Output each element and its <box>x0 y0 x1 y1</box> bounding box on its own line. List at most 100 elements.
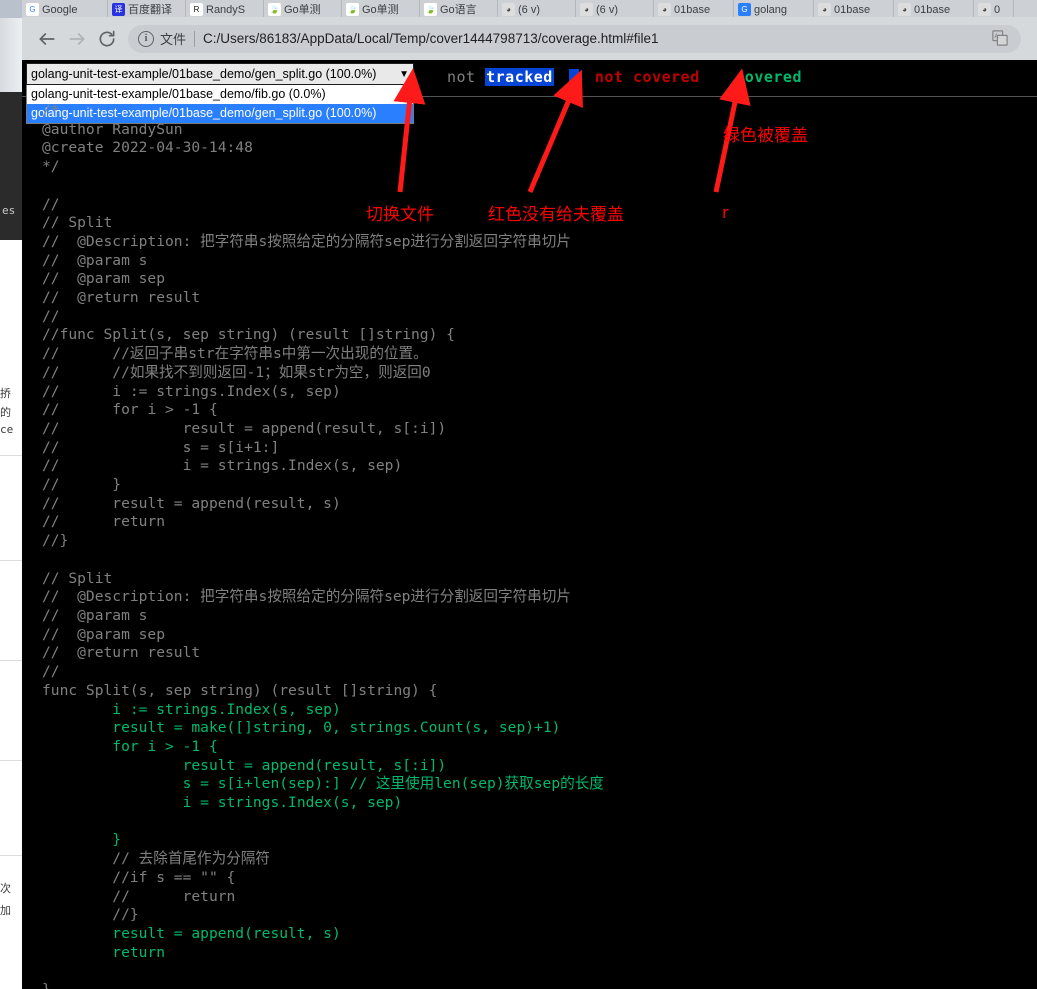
browser-tab[interactable]: ◕ (6 v) <box>498 0 576 17</box>
reload-icon <box>99 30 115 46</box>
baidu-icon: 译 <box>112 3 125 16</box>
code-line: // i := strings.Index(s, sep) <box>42 382 341 400</box>
code-line: // //如果找不到则返回-1；如果str为空，则返回0 <box>42 363 431 381</box>
code-line: for i > -1 { <box>112 737 218 755</box>
translate-glyph: A <box>992 29 1008 46</box>
legend-color-swatch <box>569 69 580 84</box>
code-line: // @return result <box>42 289 201 307</box>
bird-icon: R <box>190 3 203 16</box>
go-icon: G <box>738 3 751 16</box>
browser-tab[interactable]: G Google <box>22 0 108 17</box>
browser-tab[interactable]: ◕ 01base <box>894 0 974 17</box>
code-line: // Split <box>42 569 113 587</box>
reload-button[interactable] <box>92 24 122 54</box>
browser-tab[interactable]: ◕ 01base <box>814 0 894 17</box>
bg-divider <box>0 660 22 661</box>
tab-title: 01base <box>674 4 711 16</box>
browser-tab[interactable]: ◕ (6 v) <box>576 0 654 17</box>
gopher-icon: ◕ <box>978 3 991 16</box>
code-line: // @Description: 把字符串s按照给定的分隔符sep进行分割返回字… <box>42 232 571 250</box>
forward-arrow-icon <box>69 32 85 45</box>
info-circle-icon[interactable]: i <box>138 30 154 47</box>
code-line: // for i > -1 { <box>42 401 218 419</box>
tab-title: RandyS <box>206 4 246 16</box>
code-line: //} <box>112 906 139 924</box>
code-line: // 去除首尾作为分隔符 <box>112 850 270 868</box>
legend-not-covered-label: not covered <box>594 68 700 86</box>
code-line: func Split(s, sep string) (result []stri… <box>42 681 438 699</box>
code-line: /* <box>42 102 60 119</box>
bg-text-fragment: ce <box>0 423 14 436</box>
bg-dark-panel: es <box>0 92 22 240</box>
tab-title: 01base <box>914 4 951 16</box>
leaf-icon: 🍃 <box>424 3 437 16</box>
code-line: return <box>112 943 166 961</box>
browser-tab[interactable]: 🍃 Go单测 <box>342 0 420 17</box>
code-line: // @return result <box>42 644 201 662</box>
bg-divider <box>0 855 22 856</box>
code-line: // <box>42 195 60 213</box>
file-select-closed-value[interactable]: golang-unit-test-example/01base_demo/gen… <box>26 63 414 85</box>
legend-covered-label: covered <box>735 68 802 86</box>
code-line: // <box>42 663 60 681</box>
code-line: @author RandySun <box>42 120 183 138</box>
code-line: // result = append(result, s[:i]) <box>42 419 447 437</box>
code-line: result = append(result, s[:i]) <box>182 756 447 774</box>
legend-tracked-label: tracked <box>485 68 554 86</box>
code-line: //func Split(s, sep string) (result []st… <box>42 326 455 344</box>
code-line: // Split <box>42 214 113 232</box>
browser-tab[interactable]: ◕ 0 <box>974 0 1014 17</box>
code-line: // <box>42 307 60 325</box>
code-line: //if s == "" { <box>112 868 236 886</box>
tab-strip[interactable]: G Google 译百度翻译 R RandyS 🍃 Go单测 🍃 Go单测 🍃 Go语言 ◕ (6 v)… <box>22 0 1037 17</box>
browser-tab[interactable]: 🍃 Go单测 <box>264 0 342 17</box>
screen-root: es 挢 的 ce 次 加 G Google 译百度翻译 R RandyS 🍃 Go单测 🍃 G… <box>0 0 1037 989</box>
code-line: // return <box>112 887 236 905</box>
translate-icon[interactable]: A <box>991 29 1011 49</box>
code-line: s = s[i+len(sep):] // 这里使用len(sep)获取sep的… <box>182 775 604 793</box>
legend-not-label: not <box>447 68 476 86</box>
back-button[interactable] <box>32 24 62 54</box>
code-line: // i = strings.Index(s, sep) <box>42 457 403 475</box>
tab-title: 01base <box>834 4 871 16</box>
browser-tab[interactable]: 🍃 Go语言 <box>420 0 498 17</box>
bg-text-fragment: 次 <box>0 880 11 896</box>
code-line: // s = s[i+1:] <box>42 438 280 456</box>
browser-toolbar: i 文件 C:/Users/86183/AppData/Local/Temp/c… <box>22 17 1037 60</box>
tab-title: (6 v) <box>518 4 540 16</box>
google-icon: G <box>26 3 39 16</box>
gopher-icon: ◕ <box>502 3 515 16</box>
code-line: // @Description: 把字符串s按照给定的分隔符sep进行分割返回字… <box>42 588 571 606</box>
code-line: result = append(result, s) <box>112 924 341 942</box>
browser-tab[interactable]: 译百度翻译 <box>108 0 186 17</box>
bg-divider <box>0 560 22 561</box>
bg-text-fragment: 加 <box>0 902 11 918</box>
code-line: */ <box>42 158 60 176</box>
tab-title: (6 v) <box>596 4 618 16</box>
leaf-icon: 🍃 <box>268 3 281 16</box>
bg-divider <box>0 455 22 456</box>
browser-tab[interactable]: R RandyS <box>186 0 264 17</box>
address-bar[interactable]: i 文件 C:/Users/86183/AppData/Local/Temp/c… <box>128 24 1021 53</box>
code-line: // @param sep <box>42 625 166 643</box>
code-line: } <box>112 831 122 849</box>
code-line: i = strings.Index(s, sep) <box>182 794 403 812</box>
browser-tab[interactable]: ◕ 01base <box>654 0 734 17</box>
back-arrow-icon <box>39 32 55 45</box>
forward-button[interactable] <box>62 24 92 54</box>
tab-title: Go单测 <box>362 4 399 16</box>
code-line: // @param s <box>42 251 148 269</box>
background-window-sliver: es 挢 的 ce 次 加 <box>0 0 22 989</box>
code-line: // @param s <box>42 606 148 624</box>
coverage-page: golang-unit-test-example/01base_demo/gen… <box>22 60 1037 989</box>
url-text: C:/Users/86183/AppData/Local/Temp/cover1… <box>203 31 659 46</box>
tab-title: golang <box>754 4 788 16</box>
browser-tab[interactable]: Ggolang <box>734 0 814 17</box>
url-scheme-label: 文件 <box>160 32 187 47</box>
omnibox-divider <box>194 30 196 47</box>
tab-title: Go语言 <box>440 4 477 16</box>
tab-title: 0 <box>994 4 1001 16</box>
gopher-icon: ◕ <box>818 3 831 16</box>
chevron-down-icon: ▼ <box>399 68 409 80</box>
code-line: // } <box>42 476 122 494</box>
